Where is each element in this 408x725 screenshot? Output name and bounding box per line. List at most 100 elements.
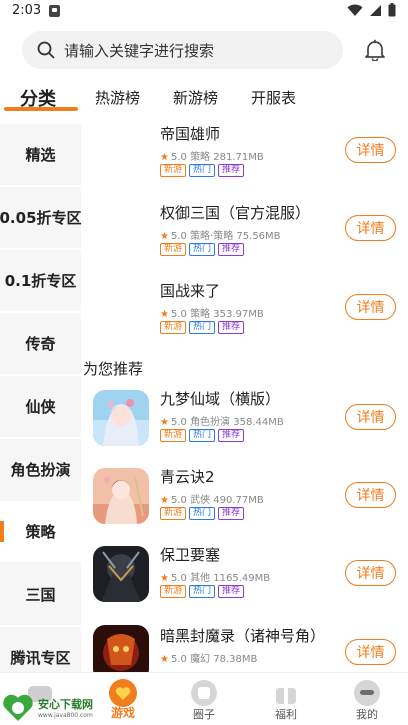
game-score: 5.0	[170, 231, 187, 242]
game-meta: ★ 5.0 策略 281.71MB	[160, 148, 264, 163]
nav-profile[interactable]: 我的	[332, 673, 402, 725]
game-info: 策略 281.71MB	[190, 152, 264, 163]
game-item[interactable]: 暗黑封魔录（诸神号角） ★ 5.0 魔幻 78.38MB 详情	[83, 625, 408, 672]
tag-recommend: 推荐	[218, 321, 245, 334]
game-item[interactable]: 青云诀2 ★ 5.0 武侠 490.77MB 新游 热门 推荐 详情	[83, 466, 408, 536]
star-icon: ★	[160, 152, 169, 163]
bell-icon[interactable]	[364, 39, 386, 61]
nav-label: 圈子	[193, 708, 215, 721]
game-name: 权御三国（官方混服）	[160, 204, 311, 222]
signal-icon	[370, 4, 381, 16]
active-tab-indicator	[4, 107, 78, 111]
watermark-url: www.java800.com	[38, 712, 93, 719]
game-score: 5.0	[170, 573, 187, 584]
tag-recommend: 推荐	[218, 429, 245, 442]
tag-new: 新游	[160, 585, 187, 598]
game-score: 5.0	[170, 417, 187, 428]
section-title: 为您推荐	[83, 360, 144, 378]
detail-button[interactable]: 详情	[345, 294, 396, 320]
game-meta: ★ 5.0 策略·策略 75.56MB	[160, 227, 281, 242]
sidebar-item-rpg[interactable]: 角色扮演	[0, 439, 81, 500]
game-meta: ★ 5.0 魔幻 78.38MB	[160, 650, 257, 665]
detail-button[interactable]: 详情	[345, 404, 396, 430]
game-meta: ★ 5.0 其他 1165.49MB	[160, 569, 270, 584]
sidebar-item-xianxia[interactable]: 仙侠	[0, 376, 81, 437]
game-name: 暗黑封魔录（诸神号角）	[160, 627, 326, 645]
star-icon: ★	[160, 495, 169, 506]
demon-icon	[93, 625, 149, 672]
game-info: 策略·策略 75.56MB	[190, 231, 281, 242]
game-score: 5.0	[170, 309, 187, 320]
sidebar-item-featured[interactable]: 精选	[0, 124, 81, 185]
detail-button[interactable]: 详情	[345, 639, 396, 665]
tag-hot: 热门	[189, 321, 216, 334]
game-tags: 新游 热门 推荐	[160, 164, 245, 177]
system-icons	[347, 3, 396, 17]
tag-hot: 热门	[189, 585, 216, 598]
detail-button[interactable]: 详情	[345, 560, 396, 586]
game-info: 策略 353.97MB	[190, 309, 264, 320]
game-meta: ★ 5.0 角色扮演 358.44MB	[160, 413, 284, 428]
game-item[interactable]: 九梦仙域（横版） ★ 5.0 角色扮演 358.44MB 新游 热门 推荐 详情	[83, 388, 408, 458]
nav-welfare[interactable]: 福利	[251, 673, 321, 725]
tag-new: 新游	[160, 243, 187, 256]
tab-server-list[interactable]: 开服表	[251, 87, 296, 108]
tab-new-games[interactable]: 新游榜	[173, 87, 218, 108]
nav-circle[interactable]: 圈子	[169, 673, 239, 725]
sidebar-item-005-discount[interactable]: 0.05折专区	[0, 187, 82, 248]
nav-label: 福利	[275, 708, 297, 721]
fairy-girl-icon	[93, 390, 149, 446]
category-sidebar: 精选 0.05折专区 0.1折专区 传奇 仙侠 角色扮演 策略 三国 腾讯专区	[0, 124, 82, 672]
swordswoman-icon	[93, 468, 149, 524]
tag-hot: 热门	[189, 243, 216, 256]
status-bar: 2:03	[0, 0, 408, 24]
game-info: 魔幻 78.38MB	[190, 654, 258, 665]
search-icon	[37, 41, 55, 59]
detail-button[interactable]: 详情	[345, 482, 396, 508]
watermark-logo-icon	[3, 694, 33, 721]
search-input[interactable]: 请输入关键字进行搜索	[64, 40, 214, 61]
tag-recommend: 推荐	[218, 243, 245, 256]
tag-new: 新游	[160, 321, 187, 334]
gift-icon	[276, 683, 296, 704]
sidebar-item-01-discount[interactable]: 0.1折专区	[0, 250, 81, 311]
star-icon: ★	[160, 654, 169, 665]
game-name: 九梦仙域（横版）	[160, 390, 281, 408]
watermark: 安心下载网 www.java800.com	[2, 690, 110, 724]
game-name: 青云诀2	[160, 468, 215, 486]
game-meta: ★ 5.0 策略 353.97MB	[160, 305, 264, 320]
tag-hot: 热门	[189, 429, 216, 442]
watermark-brand: 安心下载网	[38, 698, 93, 711]
game-item[interactable]: 权御三国（官方混服） ★ 5.0 策略·策略 75.56MB 新游 热门 推荐 详…	[83, 202, 408, 272]
star-icon: ★	[160, 231, 169, 242]
circle-icon	[191, 680, 217, 706]
detail-button[interactable]: 详情	[345, 215, 396, 241]
game-item[interactable]: 帝国雄师 ★ 5.0 策略 281.71MB 新游 热门 推荐 详情	[83, 123, 408, 193]
game-name: 国战来了	[160, 282, 221, 300]
tag-hot: 热门	[189, 507, 216, 520]
sidebar-item-legend[interactable]: 传奇	[0, 313, 81, 374]
game-meta: ★ 5.0 武侠 490.77MB	[160, 491, 264, 506]
tag-recommend: 推荐	[218, 585, 245, 598]
game-tags: 新游 热门 推荐	[160, 585, 245, 598]
notification-icon	[49, 5, 60, 17]
detail-button[interactable]: 详情	[345, 137, 396, 163]
tag-hot: 热门	[189, 164, 216, 177]
battery-icon	[388, 3, 396, 17]
game-item[interactable]: 国战来了 ★ 5.0 策略 353.97MB 新游 热门 推荐 详情	[83, 280, 408, 350]
status-time: 2:03	[12, 3, 42, 18]
game-item[interactable]: 保卫要塞 ★ 5.0 其他 1165.49MB 新游 热门 推荐 详情	[83, 544, 408, 614]
game-name: 帝国雄师	[160, 125, 221, 143]
sidebar-item-strategy[interactable]: 策略	[0, 501, 81, 562]
game-score: 5.0	[170, 654, 187, 665]
sidebar-item-three-kingdoms[interactable]: 三国	[0, 564, 81, 625]
wifi-icon	[347, 4, 363, 16]
star-icon: ★	[160, 309, 169, 320]
warrior-icon	[93, 546, 149, 602]
tab-hot-games[interactable]: 热游榜	[95, 87, 140, 108]
search-bar[interactable]: 请输入关键字进行搜索	[22, 31, 343, 69]
tag-new: 新游	[160, 507, 187, 520]
app-screen: 2:03 请输入关键字进行搜索 分类 热游榜 新游榜 开服表 精选 0.05折专…	[0, 0, 408, 725]
tag-recommend: 推荐	[218, 507, 245, 520]
tag-new: 新游	[160, 429, 187, 442]
